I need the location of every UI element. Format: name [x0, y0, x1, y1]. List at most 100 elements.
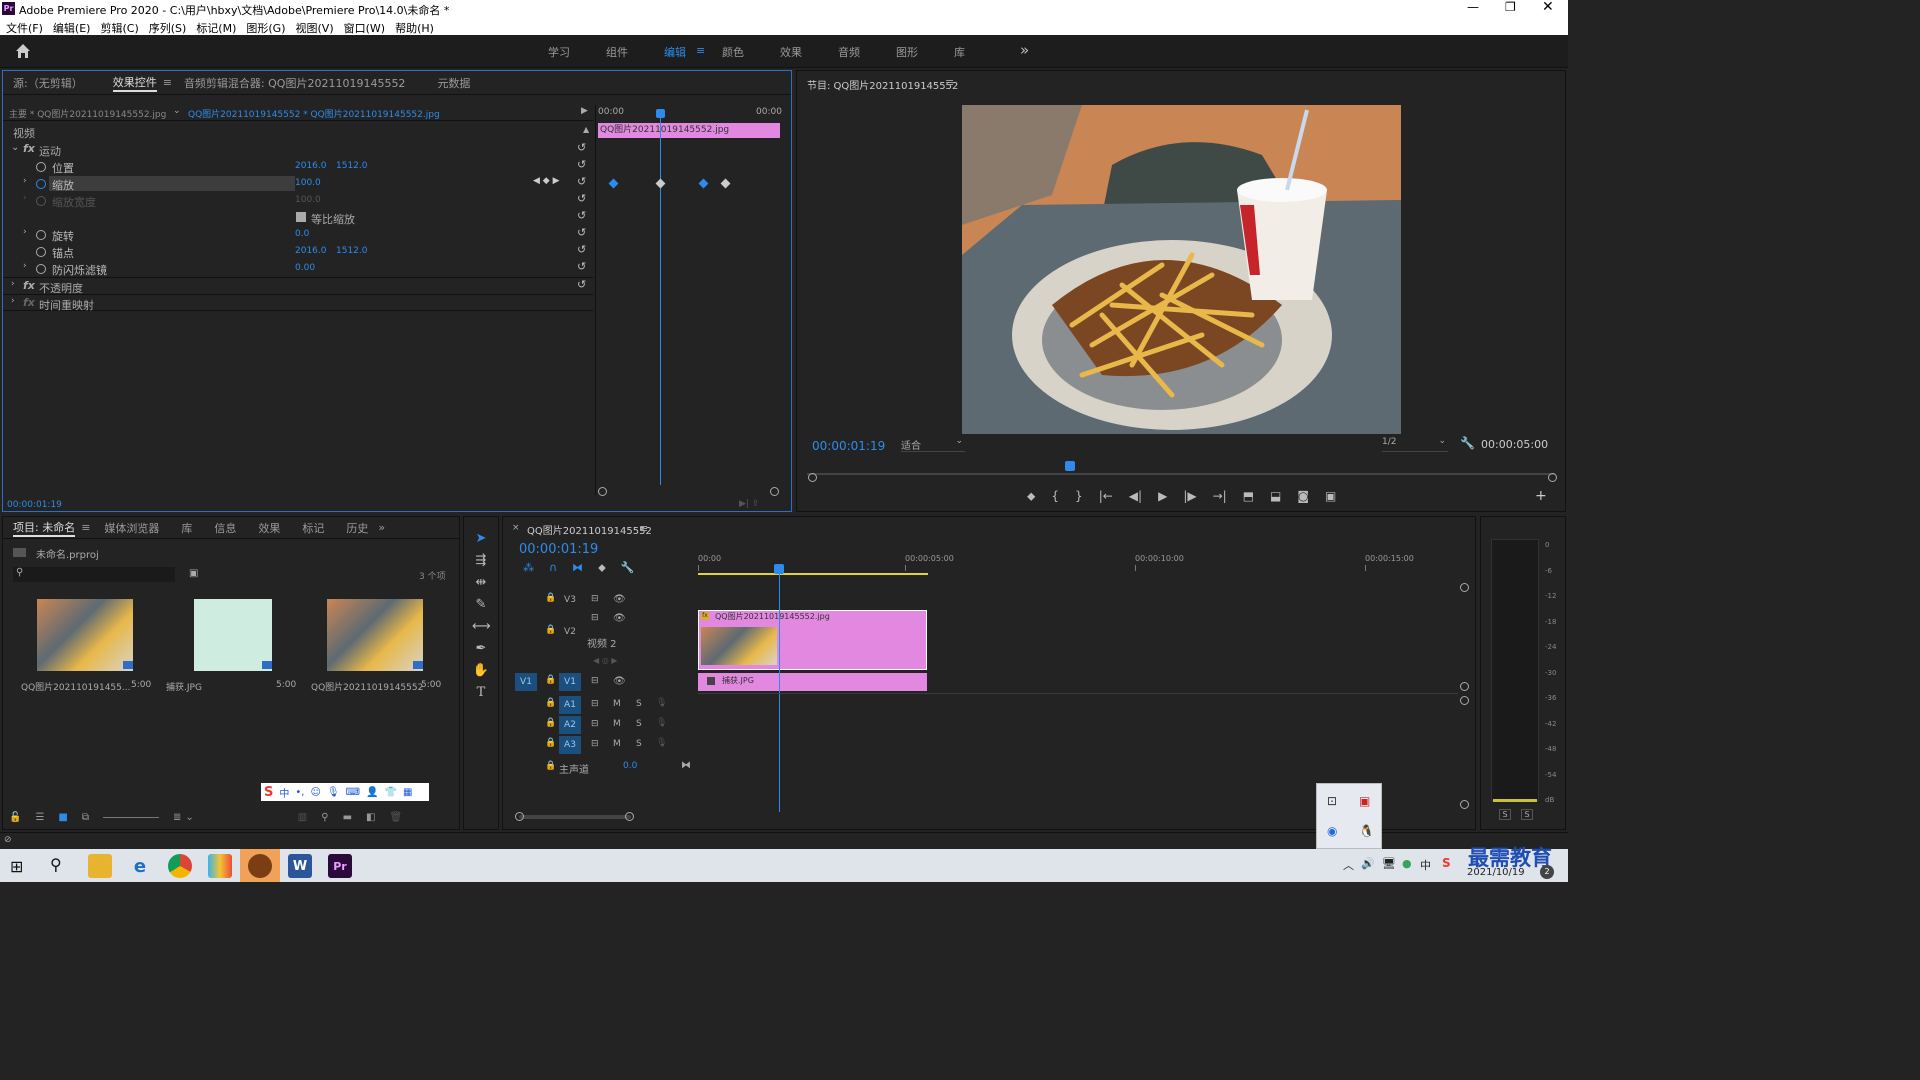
chevron-right-icon[interactable]: ›	[23, 193, 27, 203]
chevron-right-icon[interactable]: ›	[23, 227, 27, 237]
timeline-settings-icon[interactable]: 🔧	[621, 561, 635, 575]
property-value-1[interactable]: 0.0	[295, 229, 309, 239]
expand-timeline-icon[interactable]: ▶	[581, 106, 588, 116]
track-id[interactable]: V1	[559, 673, 581, 691]
windows-start-icon[interactable]: ⊞	[10, 857, 23, 876]
menu-item[interactable]: 编辑(E)	[53, 20, 91, 36]
stopwatch-icon[interactable]	[36, 247, 46, 257]
close-button[interactable]: ✕	[1542, 0, 1554, 15]
play-icon[interactable]: ▶	[1158, 489, 1167, 504]
toggle-sync-icon[interactable]: ⊟	[591, 594, 599, 604]
tray-app-icon[interactable]: ▣	[1359, 794, 1370, 808]
reset-icon[interactable]: ↺	[577, 158, 586, 171]
mark-in-icon[interactable]: {	[1051, 489, 1059, 504]
keyframe-icon[interactable]	[720, 178, 731, 189]
reset-icon[interactable]: ↺	[577, 278, 586, 291]
horizontal-scrollbar[interactable]	[519, 815, 631, 819]
toggle-sync-icon[interactable]: ⊟	[591, 699, 599, 709]
lock-icon[interactable]: 🔒	[545, 738, 556, 748]
property-value-1[interactable]: 0.00	[295, 263, 315, 273]
ime-user-icon[interactable]: 👤	[366, 787, 378, 798]
vertical-scroll-handle[interactable]	[1460, 800, 1469, 809]
app-icon-orange[interactable]	[248, 854, 272, 878]
program-video-frame[interactable]	[962, 105, 1401, 434]
vertical-scroll-handle[interactable]	[1460, 682, 1469, 691]
uniform-scale-checkbox[interactable]	[296, 212, 306, 222]
search-icon[interactable]: ⚲	[50, 855, 62, 874]
project-item[interactable]: 捕获.JPG 5:00	[156, 595, 296, 695]
menu-item[interactable]: 窗口(W)	[344, 20, 385, 36]
mute-button[interactable]: M	[613, 739, 621, 749]
master-clip-label[interactable]: 主要 * QQ图片20211019145552.jpg	[9, 107, 166, 120]
menu-item[interactable]: 剪辑(C)	[100, 20, 138, 36]
tab-info[interactable]: 信息	[214, 520, 236, 536]
workspace-more-button[interactable]: »	[1020, 41, 1029, 59]
close-tab-icon[interactable]: ×	[512, 523, 520, 533]
effect-mini-timeline[interactable]: 00:00 00:00 QQ图片20211019145552.jpg	[595, 105, 791, 496]
mark-out-icon[interactable]: }	[1075, 489, 1083, 504]
toggle-sync-icon[interactable]: ⊟	[591, 719, 599, 729]
network-icon[interactable]: 🖥	[1382, 857, 1396, 870]
compare-icon[interactable]: ▣	[1325, 489, 1336, 504]
export-frame-icon[interactable]: ▶| ⇪	[739, 499, 759, 509]
tray-green-icon[interactable]: ●	[1402, 857, 1412, 870]
stopwatch-icon[interactable]	[36, 162, 46, 172]
track-id[interactable]: A1	[559, 696, 581, 714]
vertical-scroll-handle[interactable]	[1460, 696, 1469, 705]
scroll-up-icon[interactable]: ▲	[583, 125, 589, 134]
eye-icon[interactable]: 👁	[613, 594, 626, 605]
tab-history[interactable]: 历史	[346, 520, 368, 536]
reset-icon[interactable]: ↺	[577, 141, 586, 154]
program-menu-icon[interactable]: ≡	[945, 76, 954, 89]
eye-icon[interactable]: 👁	[613, 613, 626, 624]
clip-v2[interactable]: fx QQ图片20211019145552.jpg	[698, 610, 927, 670]
ime-mic-icon[interactable]: 🎙	[327, 787, 340, 798]
chevron-right-icon[interactable]: ›	[23, 176, 27, 186]
tab-effects[interactable]: 效果	[258, 520, 280, 536]
lock-icon[interactable]: 🔒	[545, 625, 556, 635]
ripple-edit-icon[interactable]: ⇹	[472, 575, 490, 593]
property-row[interactable]: 等比缩放 ↺	[3, 209, 593, 226]
chevron-right-icon[interactable]: ›	[11, 279, 15, 289]
sort-icon[interactable]: ≣	[173, 812, 181, 823]
scroll-handle-left[interactable]	[808, 473, 817, 482]
tray-app-icon[interactable]: ◉	[1327, 824, 1337, 838]
menu-item[interactable]: 图形(G)	[246, 20, 285, 36]
source-patch-v1[interactable]: V1	[515, 673, 537, 691]
tab-media-browser[interactable]: 媒体浏览器	[104, 520, 159, 536]
extract-icon[interactable]: ⬓	[1270, 489, 1281, 504]
go-to-out-icon[interactable]: →|	[1213, 489, 1227, 504]
lock-icon[interactable]: 🔒	[545, 698, 556, 708]
tab-source[interactable]: 源:（无剪辑）	[13, 75, 83, 91]
master-value[interactable]: 0.0	[623, 761, 637, 771]
nest-icon[interactable]: ⁂	[523, 561, 534, 575]
camera-icon[interactable]: ◙	[1297, 489, 1309, 504]
property-row[interactable]: › 旋转 0.0 ↺	[3, 226, 593, 243]
solo-button[interactable]: S	[636, 739, 642, 749]
edge-icon[interactable]: e	[128, 854, 152, 878]
property-row[interactable]: 位置 2016.0 1512.0 ↺	[3, 158, 593, 175]
tab-menu-icon[interactable]: ≡	[163, 76, 172, 89]
qq-icon[interactable]: 🐧	[1359, 824, 1374, 838]
clip-v1[interactable]: 捕获.JPG	[698, 673, 927, 691]
workspace-tab[interactable]: 学习	[548, 44, 606, 60]
tray-app-icon[interactable]: ⊡	[1327, 794, 1337, 808]
chevron-right-icon[interactable]: ›	[23, 261, 27, 271]
go-to-end-icon[interactable]: ⧓	[681, 760, 691, 771]
lock-icon[interactable]: 🔒	[545, 675, 556, 685]
menu-item[interactable]: 帮助(H)	[395, 20, 434, 36]
tab-effect-controls[interactable]: 效果控件	[112, 74, 157, 92]
ime-skin-icon[interactable]: 👕	[384, 787, 396, 798]
project-item[interactable]: QQ图片202110191455... 5:00	[11, 595, 151, 695]
motion-effect-row[interactable]: ⌄ fx 运动 ↺	[3, 141, 593, 158]
stopwatch-icon[interactable]	[36, 179, 46, 189]
word-icon[interactable]: W	[288, 854, 312, 878]
new-bin-icon[interactable]: ▬	[343, 812, 352, 823]
reset-icon[interactable]: ↺	[577, 192, 586, 205]
chevron-down-icon[interactable]: ⌄	[11, 142, 19, 153]
notification-badge[interactable]: 2	[1540, 865, 1554, 879]
step-forward-icon[interactable]: |▶	[1183, 489, 1196, 504]
time-remap-effect-row[interactable]: › fx 时间重映射	[3, 294, 593, 312]
track-id[interactable]: V2	[559, 623, 581, 641]
find-icon[interactable]: ⚲	[321, 812, 328, 823]
